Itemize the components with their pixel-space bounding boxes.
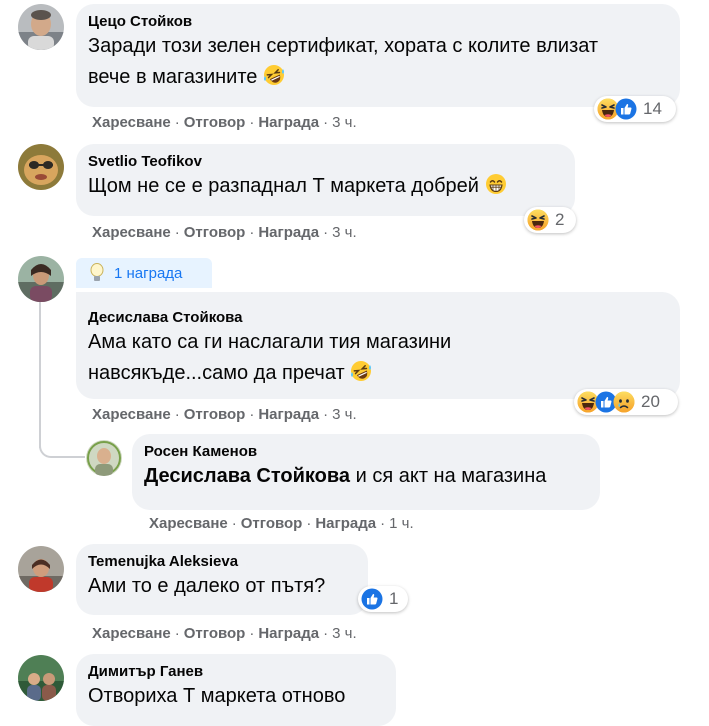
- sad-reaction-icon: [613, 391, 635, 413]
- comment-actions: Харесване · Отговор · Награда · 3 ч.: [92, 224, 357, 241]
- mention-link[interactable]: Десислава Стойкова: [144, 465, 350, 487]
- comment-bubble: Димитър Ганев Отвориха Т маркета отново: [76, 654, 396, 726]
- comment-time[interactable]: 1 ч.: [389, 515, 414, 532]
- like-action[interactable]: Харесване: [92, 625, 171, 642]
- reaction-count: 1: [389, 589, 399, 608]
- comment-author[interactable]: Десислава Стойкова: [88, 308, 668, 327]
- avatar[interactable]: [18, 144, 64, 190]
- award-action[interactable]: Награда: [258, 625, 319, 642]
- award-action[interactable]: Награда: [315, 515, 376, 532]
- comment-author[interactable]: Цецо Стойков: [88, 12, 668, 31]
- reply-action[interactable]: Отговор: [184, 406, 246, 423]
- comment-text: Ами то е далеко от пътя?: [88, 571, 356, 602]
- award-badge[interactable]: 1 награда: [76, 258, 212, 288]
- comment-text-line: Ами то е далеко от пътя?: [88, 575, 326, 597]
- comment-bubble: Temenujka Aleksieva Ами то е далеко от п…: [76, 544, 368, 615]
- comment-author[interactable]: Svetlio Teofikov: [88, 152, 563, 171]
- avatar[interactable]: [18, 546, 64, 592]
- thread-line: [39, 298, 41, 448]
- comment-text-line: вече в магазините: [88, 66, 258, 88]
- comment-text-line: и ся акт на магазина: [350, 465, 547, 487]
- like-action[interactable]: Харесване: [92, 114, 171, 131]
- award-action[interactable]: Награда: [258, 224, 319, 241]
- comment-text-line: Отвориха Т маркета отново: [88, 685, 346, 707]
- comment-actions: Харесване · Отговор · Награда · 3 ч.: [92, 406, 357, 423]
- award-action[interactable]: Награда: [258, 114, 319, 131]
- lightbulb-icon: [90, 263, 104, 283]
- laughing-rolling-emoji: [263, 64, 285, 86]
- comment-text-line: Заради този зелен сертификат, хората с к…: [88, 35, 599, 57]
- comment-text-line: Щом не се е разпаднал Т маркета добрей: [88, 175, 479, 197]
- comment-bubble: Svetlio Teofikov Щом не се е разпаднал Т…: [76, 144, 575, 216]
- like-action[interactable]: Харесване: [92, 406, 171, 423]
- like-action[interactable]: Харесване: [92, 224, 171, 241]
- comment-time[interactable]: 3 ч.: [332, 625, 357, 642]
- comment-text: Щом не се е разпаднал Т маркета добрей: [88, 171, 563, 202]
- avatar[interactable]: [18, 4, 64, 50]
- comment-actions: Харесване · Отговор · Награда · 3 ч.: [92, 114, 357, 131]
- comment-time[interactable]: 3 ч.: [332, 114, 357, 131]
- comment-author[interactable]: Temenujka Aleksieva: [88, 552, 356, 571]
- reply-action[interactable]: Отговор: [184, 224, 246, 241]
- award-action[interactable]: Награда: [258, 406, 319, 423]
- comment-actions: Харесване · Отговор · Награда · 3 ч.: [92, 625, 357, 642]
- comment-author[interactable]: Росен Каменов: [144, 442, 588, 461]
- avatar[interactable]: [18, 655, 64, 701]
- laughing-rolling-emoji: [350, 360, 372, 382]
- reaction-summary[interactable]: 2: [524, 207, 576, 233]
- reaction-summary[interactable]: 14: [594, 96, 676, 122]
- like-reaction-icon: [615, 98, 637, 120]
- comment-author[interactable]: Димитър Ганев: [88, 662, 384, 681]
- reaction-count: 14: [643, 99, 662, 118]
- reaction-count: 20: [641, 392, 660, 411]
- comment-time[interactable]: 3 ч.: [332, 406, 357, 423]
- award-badge-label: 1 награда: [114, 264, 183, 282]
- reaction-summary[interactable]: 20: [574, 389, 678, 415]
- avatar[interactable]: [18, 256, 64, 302]
- reaction-summary[interactable]: 1: [358, 586, 408, 612]
- comment-bubble: Цецо Стойков Заради този зелен сертифика…: [76, 4, 680, 107]
- comment-time[interactable]: 3 ч.: [332, 224, 357, 241]
- avatar[interactable]: [86, 440, 122, 476]
- grinning-emoji: [485, 173, 507, 195]
- comment-text: Отвориха Т маркета отново: [88, 681, 384, 712]
- comment-text: Заради този зелен сертификат, хората с к…: [88, 31, 668, 93]
- thread-line-curve: [39, 446, 85, 458]
- comment-bubble: Десислава Стойкова Ама като са ги наслаг…: [76, 292, 680, 399]
- reaction-count: 2: [555, 210, 565, 229]
- reply-action[interactable]: Отговор: [184, 625, 246, 642]
- comment-bubble: Росен Каменов Десислава Стойкова и ся ак…: [132, 434, 600, 510]
- comment-text-line: Ама като са ги наслагали тия магазини: [88, 331, 452, 353]
- comment-text-line: навсякъде...само да пречат: [88, 362, 345, 384]
- haha-reaction-icon: [527, 209, 549, 231]
- like-reaction-icon: [361, 588, 383, 610]
- reply-action[interactable]: Отговор: [241, 515, 303, 532]
- reply-action[interactable]: Отговор: [184, 114, 246, 131]
- comment-text: Десислава Стойкова и ся акт на магазина: [144, 461, 588, 492]
- comment-text: Ама като са ги наслагали тия магазини на…: [88, 327, 668, 389]
- comment-actions: Харесване · Отговор · Награда · 1 ч.: [149, 515, 414, 532]
- like-action[interactable]: Харесване: [149, 515, 228, 532]
